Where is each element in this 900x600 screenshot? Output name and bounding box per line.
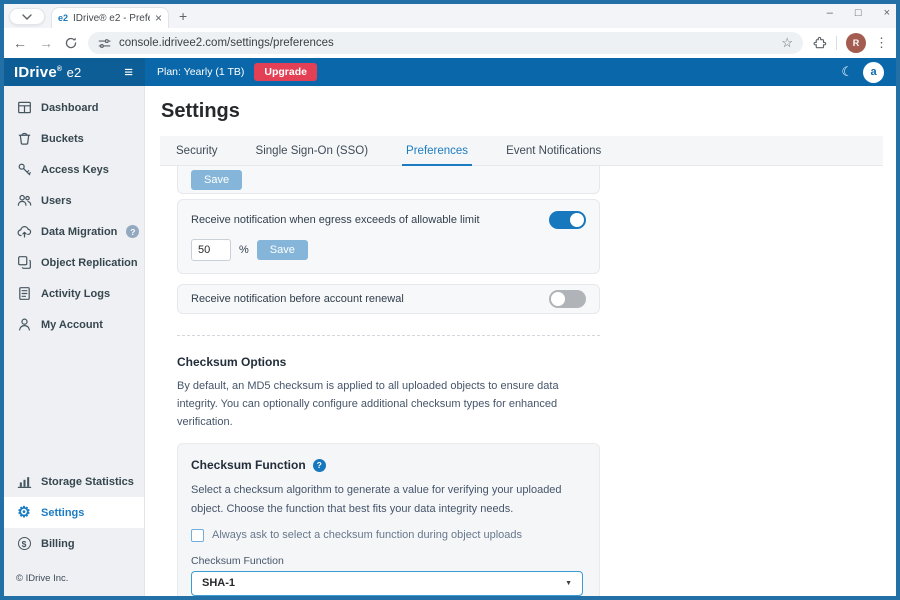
egress-notification-card: Receive notification when egress exceeds… <box>177 199 600 274</box>
browser-profile-avatar[interactable]: R <box>846 33 866 53</box>
account-avatar[interactable]: a <box>863 62 884 83</box>
tab-close-icon[interactable]: × <box>155 12 162 24</box>
sidebar-item-storage-statistics[interactable]: Storage Statistics <box>4 466 144 497</box>
new-tab-button[interactable]: + <box>179 8 187 24</box>
checksum-function-title: Checksum Function <box>191 458 306 472</box>
site-settings-icon[interactable] <box>98 37 111 50</box>
page-title: Settings <box>161 100 883 123</box>
window-maximize-button[interactable]: □ <box>855 8 862 19</box>
sidebar-item-my-account[interactable]: My Account <box>4 309 144 340</box>
main-content: Settings Security Single Sign-On (SSO) P… <box>145 86 896 596</box>
browser-toolbar: ← → console.idrivee2.com/settings/prefer… <box>4 28 896 58</box>
help-icon[interactable]: ? <box>126 225 139 238</box>
url-text[interactable]: console.idrivee2.com/settings/preference… <box>119 37 773 49</box>
key-icon <box>16 162 32 177</box>
browser-window: e2 IDrive® e2 - Preferences × + – □ × ← … <box>4 4 896 596</box>
renewal-notification-label: Receive notification before account rene… <box>191 293 404 305</box>
browser-menu-icon[interactable]: ⋮ <box>875 35 888 51</box>
chevron-down-icon <box>22 14 32 20</box>
dark-mode-moon-icon[interactable]: ☾ <box>841 64 853 80</box>
plan-label: Plan: Yearly (1 TB) <box>157 66 244 78</box>
sidebar-item-object-replication[interactable]: Object Replication ? <box>4 247 144 278</box>
checksum-help-icon[interactable]: ? <box>313 459 326 472</box>
copyright-text: © IDrive Inc. <box>4 559 144 596</box>
tab-security[interactable]: Security <box>176 136 218 165</box>
always-ask-checkbox[interactable] <box>191 529 204 542</box>
sidebar: Dashboard Buckets Access Keys Users Data… <box>4 86 145 596</box>
sidebar-item-users[interactable]: Users <box>4 185 144 216</box>
window-close-button[interactable]: × <box>884 8 890 19</box>
sidebar-item-access-keys[interactable]: Access Keys <box>4 154 144 185</box>
upgrade-button[interactable]: Upgrade <box>254 63 317 81</box>
idrive-e2-logo: IDrive® e2 <box>14 64 82 81</box>
sidebar-item-activity-logs[interactable]: Activity Logs <box>4 278 144 309</box>
select-caret-icon: ▼ <box>565 580 572 587</box>
section-divider <box>177 335 600 336</box>
checksum-function-field-label: Checksum Function <box>191 555 583 567</box>
selected-checksum-value: SHA-1 <box>202 577 235 589</box>
egress-percent-input[interactable] <box>191 239 231 261</box>
cloud-upload-icon <box>16 224 32 239</box>
billing-dollar-icon: $ <box>16 537 32 550</box>
sidebar-item-data-migration[interactable]: Data Migration ? <box>4 216 144 247</box>
egress-notification-label: Receive notification when egress exceeds… <box>191 214 480 226</box>
always-ask-label: Always ask to select a checksum function… <box>212 529 522 541</box>
bookmark-star-icon[interactable]: ☆ <box>781 35 793 51</box>
sidebar-item-buckets[interactable]: Buckets <box>4 123 144 154</box>
hamburger-menu-icon[interactable]: ≡ <box>124 65 133 80</box>
tab-single-sign-on[interactable]: Single Sign-On (SSO) <box>256 136 369 165</box>
site-favicon: e2 <box>58 13 68 23</box>
person-icon <box>16 317 32 332</box>
forward-icon[interactable]: → <box>38 35 54 51</box>
checksum-function-description: Select a checksum algorithm to generate … <box>191 481 583 517</box>
renewal-notification-card: Receive notification before account rene… <box>177 284 600 314</box>
users-icon <box>16 193 32 208</box>
tab-event-notifications[interactable]: Event Notifications <box>506 136 601 165</box>
checksum-function-card: Checksum Function ? Select a checksum al… <box>177 443 600 596</box>
bar-chart-icon <box>16 474 32 489</box>
toolbar-divider <box>836 36 837 50</box>
partial-settings-card: Save <box>177 166 600 194</box>
sidebar-item-billing[interactable]: $ Billing <box>4 528 144 559</box>
renewal-notification-toggle[interactable] <box>549 290 586 308</box>
egress-notification-toggle[interactable] <box>549 211 586 229</box>
percent-unit-label: % <box>239 244 249 256</box>
app-header: IDrive® e2 ≡ Plan: Yearly (1 TB) Upgrade… <box>4 58 896 86</box>
save-button[interactable]: Save <box>191 170 242 190</box>
browser-tab[interactable]: e2 IDrive® e2 - Preferences × <box>51 7 169 28</box>
extensions-icon[interactable] <box>813 36 827 50</box>
gear-icon: ⚙ <box>16 505 32 520</box>
sidebar-item-settings[interactable]: ⚙ Settings <box>4 497 144 528</box>
checksum-options-title: Checksum Options <box>177 355 600 369</box>
window-minimize-button[interactable]: – <box>827 8 833 19</box>
tab-title: IDrive® e2 - Preferences <box>73 13 150 24</box>
document-icon <box>16 286 32 301</box>
egress-save-button[interactable]: Save <box>257 240 308 260</box>
back-icon[interactable]: ← <box>12 35 28 51</box>
tab-search-button[interactable] <box>9 8 45 25</box>
replication-icon <box>16 255 32 270</box>
tab-preferences[interactable]: Preferences <box>406 136 468 165</box>
checksum-options-description: By default, an MD5 checksum is applied t… <box>177 377 600 431</box>
bucket-icon <box>16 131 32 146</box>
app-logo-section: IDrive® e2 ≡ <box>4 58 145 86</box>
browser-tabstrip: e2 IDrive® e2 - Preferences × + – □ × <box>4 4 896 28</box>
settings-tabbar: Security Single Sign-On (SSO) Preference… <box>160 136 883 166</box>
sidebar-item-dashboard[interactable]: Dashboard <box>4 92 144 123</box>
dashboard-icon <box>16 100 32 115</box>
refresh-icon[interactable] <box>64 36 78 50</box>
url-bar[interactable]: console.idrivee2.com/settings/preference… <box>88 32 803 54</box>
checksum-function-select[interactable]: SHA-1 ▼ <box>191 571 583 596</box>
